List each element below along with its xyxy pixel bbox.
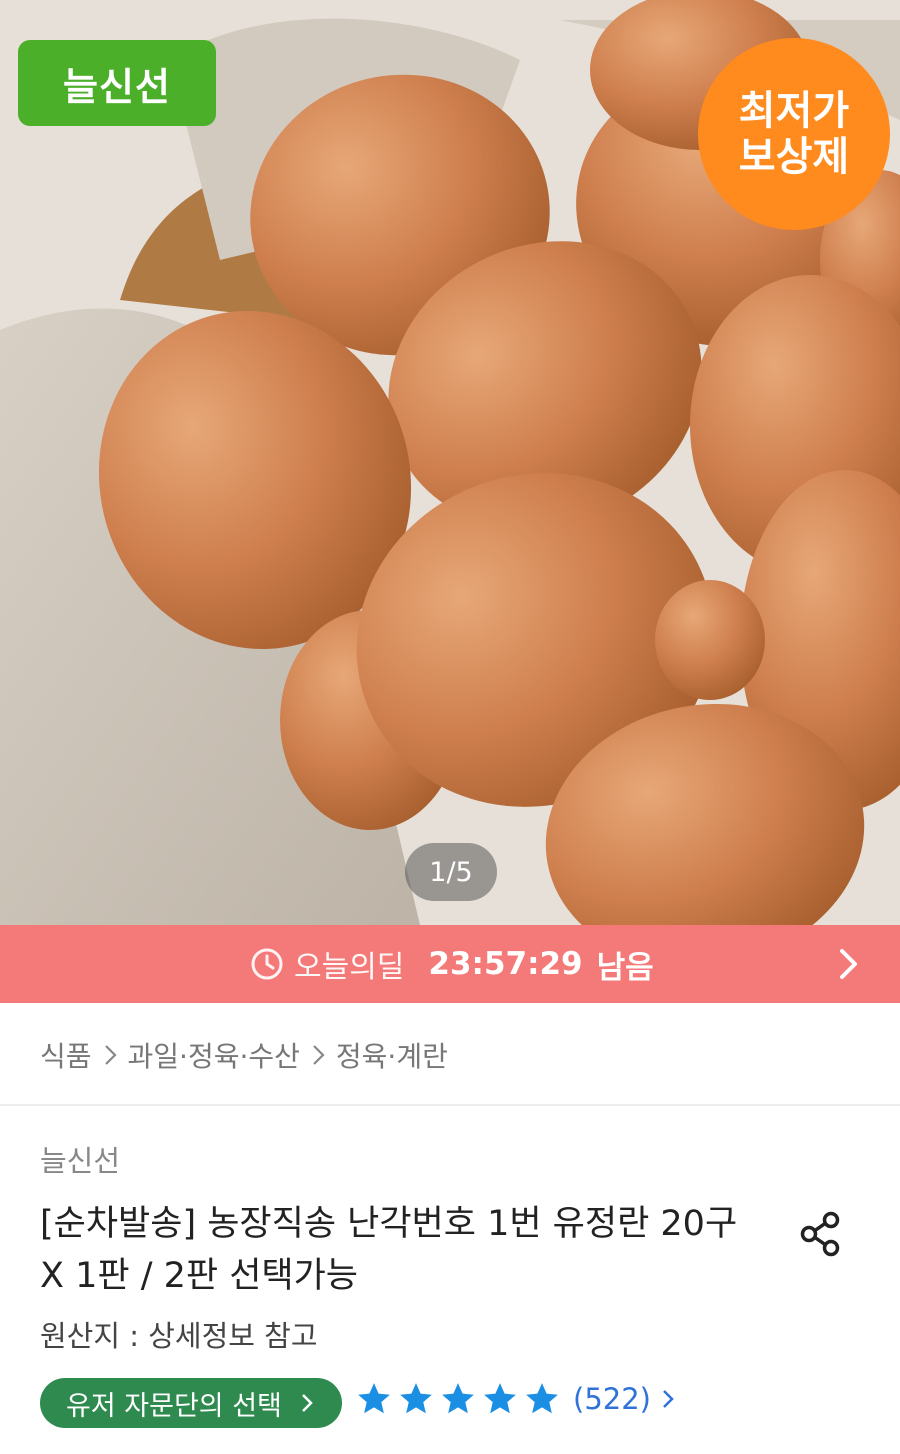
star-icon xyxy=(442,1383,474,1414)
product-title: [순차발송] 농장직송 난각번호 1번 유정란 20구 X 1판 / 2판 선택… xyxy=(40,1204,738,1296)
deal-remaining-label: 남음 xyxy=(596,949,654,986)
price-badge-line2: 보상제 xyxy=(738,134,850,180)
origin-info: 원산지 : 상세정보 참고 xyxy=(40,1319,318,1353)
breadcrumb-item-food[interactable]: 식품 xyxy=(40,1035,92,1075)
image-page-indicator: 1/5 xyxy=(405,843,497,901)
price-badge-line1: 최저가 xyxy=(738,88,850,134)
lowest-price-badge: 최저가 보상제 xyxy=(698,38,890,230)
brand-badge: 늘신선 xyxy=(18,40,216,126)
todays-deal-bar[interactable]: 오늘의딜 23:57:29 남음 xyxy=(0,925,900,1003)
chevron-right-icon xyxy=(663,1390,674,1408)
chevron-right-icon xyxy=(104,1045,117,1065)
chevron-right-icon xyxy=(302,1394,313,1412)
breadcrumb-item-meat-eggs[interactable]: 정육·계란 xyxy=(336,1035,448,1075)
advisor-pick-label: 유저 자문단의 선택 xyxy=(66,1390,282,1422)
product-image-carousel[interactable]: 늘신선 최저가 보상제 1/5 xyxy=(0,0,900,925)
user-advisor-pick-button[interactable]: 유저 자문단의 선택 xyxy=(40,1378,342,1428)
section-divider xyxy=(0,1104,900,1106)
chevron-right-icon[interactable] xyxy=(838,947,860,981)
deal-label: 오늘의딜 xyxy=(294,950,405,985)
star-icon xyxy=(526,1383,558,1414)
breadcrumb: 식품 과일·정육·수산 정육·계란 xyxy=(40,1030,448,1080)
chevron-right-icon xyxy=(313,1045,325,1065)
share-icon[interactable] xyxy=(795,1208,847,1260)
seller-name[interactable]: 늘신선 xyxy=(40,1138,120,1180)
review-count: (522) xyxy=(573,1382,651,1416)
star-icon xyxy=(358,1383,390,1414)
clock-icon xyxy=(251,948,283,980)
deal-countdown: 23:57:29 xyxy=(428,946,583,982)
star-icon xyxy=(484,1383,516,1414)
breadcrumb-item-fruit-meat-seafood[interactable]: 과일·정육·수산 xyxy=(128,1035,300,1075)
rating-summary[interactable]: (522) xyxy=(355,1380,675,1418)
star-icon xyxy=(400,1383,432,1414)
